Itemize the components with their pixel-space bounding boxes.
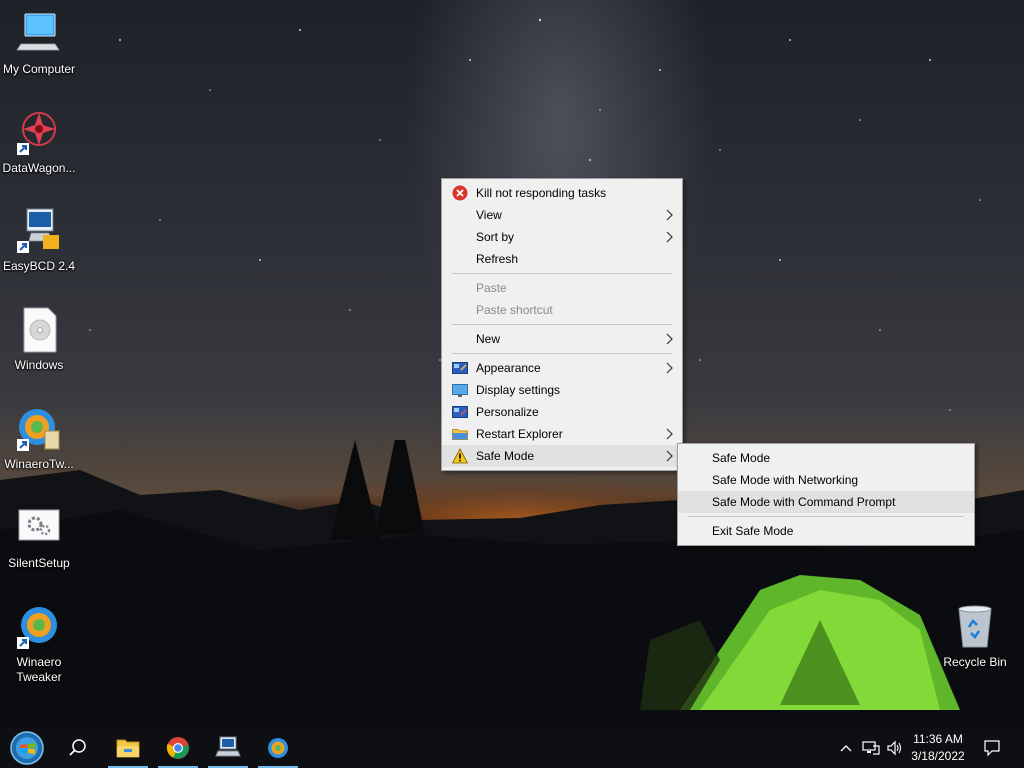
chevron-up-icon[interactable] (836, 728, 856, 768)
menu-item-label: Sort by (476, 230, 515, 244)
submenu-arrow-icon (664, 328, 674, 350)
menu-item-label: Safe Mode with Command Prompt (712, 495, 896, 509)
submenu-arrow-icon (664, 445, 674, 467)
menu-item-label: Display settings (476, 383, 561, 397)
desktop-icon-winaerotweaker[interactable]: WinaeroTw... (1, 405, 77, 472)
display-icon (452, 382, 468, 398)
taskbar: 11:36 AM 3/18/2022 (0, 728, 1024, 768)
menu-separator (442, 321, 682, 328)
menu-item-label: Safe Mode (476, 449, 535, 463)
menu-item-label: Safe Mode with Networking (712, 473, 859, 487)
menu-item-refresh[interactable]: Refresh (442, 248, 682, 270)
desktop-icon-label: EasyBCD 2.4 (2, 259, 76, 273)
chrome-icon[interactable] (154, 728, 202, 768)
menu-item-kill-not-responding[interactable]: Kill not responding tasks (442, 182, 682, 204)
desktop-icon-silentsetup[interactable]: SilentSetup (1, 504, 77, 571)
desktop-icon-datawagon[interactable]: DataWagon... (1, 109, 77, 176)
easybcd-shortcut-icon (15, 207, 63, 255)
system-clock[interactable]: 11:36 AM 3/18/2022 (906, 731, 970, 765)
submenu-item-exit-safe-mode[interactable]: Exit Safe Mode (678, 520, 974, 542)
submenu-arrow-icon (664, 226, 674, 248)
personalize-icon (452, 404, 468, 420)
desktop-icon-label: WinaeroTw... (4, 457, 74, 471)
submenu-item-safe-mode[interactable]: Safe Mode (678, 447, 974, 469)
volume-icon[interactable] (884, 728, 906, 768)
settings-file-icon (15, 504, 63, 552)
disc-file-icon (15, 306, 63, 354)
menu-separator (678, 513, 974, 520)
clock-date: 3/18/2022 (911, 749, 965, 763)
submenu-item-safe-mode-command-prompt[interactable]: Safe Mode with Command Prompt (678, 491, 974, 513)
menu-item-sort-by[interactable]: Sort by (442, 226, 682, 248)
menu-item-restart-explorer[interactable]: Restart Explorer (442, 423, 682, 445)
menu-item-paste-shortcut[interactable]: Paste shortcut (442, 299, 682, 321)
computer-app-icon[interactable] (204, 728, 252, 768)
desktop-icon-my-computer[interactable]: My Computer (1, 10, 77, 77)
submenu-item-safe-mode-networking[interactable]: Safe Mode with Networking (678, 469, 974, 491)
red-x-icon (452, 185, 468, 201)
desktop-icon-windows[interactable]: Windows (1, 306, 77, 373)
desktop-icon-label: Windows (14, 358, 64, 372)
warning-icon (451, 448, 469, 464)
desktop-icon-recycle-bin[interactable]: Recycle Bin (937, 603, 1013, 670)
menu-item-label: Exit Safe Mode (712, 524, 794, 538)
submenu-arrow-icon (664, 204, 674, 226)
menu-item-label: Paste (476, 281, 507, 295)
menu-item-label: Appearance (476, 361, 541, 375)
network-icon[interactable] (860, 728, 882, 768)
desktop-icon-easybcd[interactable]: EasyBCD 2.4 (1, 207, 77, 274)
appearance-icon (452, 360, 468, 376)
menu-item-label: Refresh (476, 252, 519, 266)
menu-separator (442, 270, 682, 277)
menu-item-view[interactable]: View (442, 204, 682, 226)
desktop-icon-label: DataWagon... (2, 161, 76, 175)
desktop-icon-label: SilentSetup (8, 556, 70, 570)
menu-item-label: Personalize (476, 405, 539, 419)
menu-item-label: Paste shortcut (476, 303, 553, 317)
submenu-arrow-icon (664, 423, 674, 445)
start-button[interactable] (3, 728, 51, 768)
menu-item-appearance[interactable]: Appearance (442, 357, 682, 379)
menu-item-label: Kill not responding tasks (476, 186, 607, 200)
desktop-icon-winaero-tweaker[interactable]: Winaero Tweaker (1, 603, 77, 685)
file-explorer-icon[interactable] (104, 728, 152, 768)
menu-item-label: New (476, 332, 501, 346)
notification-icon[interactable] (976, 728, 1008, 768)
computer-icon (15, 10, 63, 58)
menu-item-safe-mode[interactable]: Safe Mode (442, 445, 682, 467)
search-icon[interactable] (54, 728, 102, 768)
desktop-context-menu: Kill not responding tasks View Sort by R… (441, 178, 683, 471)
folder-icon (452, 426, 468, 442)
datawagon-shortcut-icon (15, 109, 63, 157)
menu-separator (442, 350, 682, 357)
desktop-icon-label: My Computer (2, 62, 76, 76)
menu-item-paste[interactable]: Paste (442, 277, 682, 299)
desktop-icon-label: Recycle Bin (943, 655, 1007, 669)
safe-mode-submenu: Safe Mode Safe Mode with Networking Safe… (677, 443, 975, 546)
menu-item-display-settings[interactable]: Display settings (442, 379, 682, 401)
winaero-tweaker-shortcut-icon (15, 405, 63, 453)
winaero-tweaker-shortcut-icon (15, 603, 63, 651)
menu-item-new[interactable]: New (442, 328, 682, 350)
recycle-bin-icon (951, 603, 999, 651)
winaero-app-icon[interactable] (254, 728, 302, 768)
menu-item-label: View (476, 208, 502, 222)
submenu-arrow-icon (664, 357, 674, 379)
desktop-icon-label: Winaero Tweaker (16, 655, 62, 684)
menu-item-personalize[interactable]: Personalize (442, 401, 682, 423)
clock-time: 11:36 AM (913, 732, 963, 746)
menu-item-label: Safe Mode (712, 451, 771, 465)
menu-item-label: Restart Explorer (476, 427, 563, 441)
